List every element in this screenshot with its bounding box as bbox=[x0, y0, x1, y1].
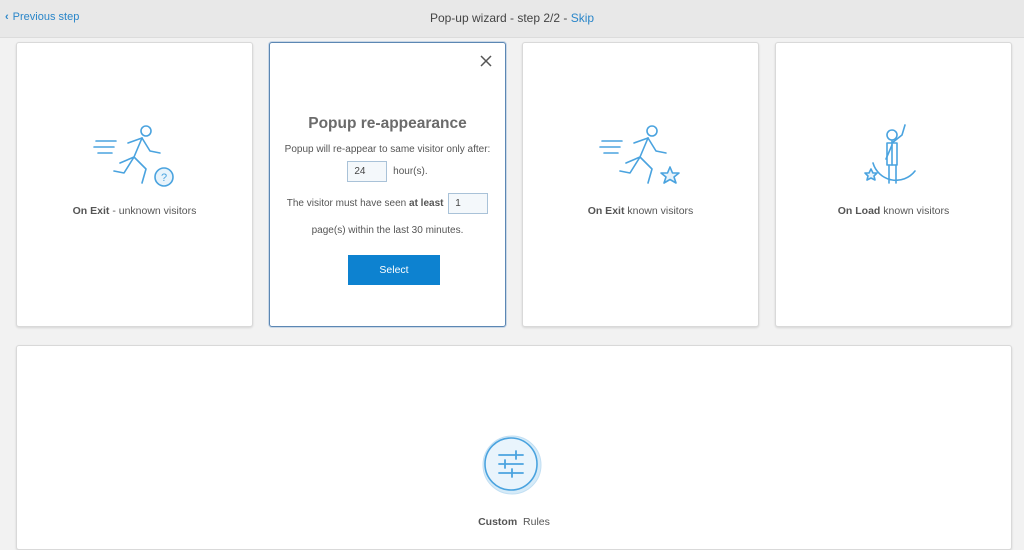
hours-unit-label: hour(s). bbox=[393, 166, 428, 178]
card-on-exit-known[interactable]: On Exit known visitors bbox=[522, 42, 759, 327]
wizard-title-text: Pop-up wizard - step 2/2 - bbox=[429, 11, 571, 25]
hours-input[interactable] bbox=[347, 161, 388, 182]
popup-description: Popup will re-appear to same visitor onl… bbox=[284, 144, 491, 155]
card-label: On Exit - unknown visitors bbox=[72, 205, 197, 217]
card-popup-reappearance: Popup re-appearance Popup will re-appear… bbox=[269, 42, 506, 327]
card-on-load-known[interactable]: On Load known visitors bbox=[775, 42, 1012, 327]
wizard-title: Pop-up wizard - step 2/2 - Skip bbox=[0, 11, 1024, 25]
hours-row: hour(s). bbox=[270, 161, 505, 182]
pages-row: The visitor must have seen at least bbox=[270, 193, 505, 214]
svg-text:?: ? bbox=[160, 172, 166, 184]
select-button[interactable]: Select bbox=[348, 255, 440, 285]
pages-suffix-label: page(s) within the last 30 minutes. bbox=[311, 225, 464, 236]
waving-person-star-icon bbox=[863, 124, 916, 184]
card-label: On Load known visitors bbox=[837, 205, 950, 217]
running-person-star-icon bbox=[598, 125, 680, 184]
card-label: Custom Rules bbox=[478, 516, 550, 528]
popup-title: Popup re-appearance bbox=[308, 115, 467, 132]
pages-prefix-label: The visitor must have seen bbox=[286, 198, 410, 210]
running-person-question-icon: ? bbox=[92, 125, 174, 187]
card-label: On Exit known visitors bbox=[587, 205, 694, 217]
pages-input[interactable] bbox=[448, 193, 489, 214]
close-icon[interactable] bbox=[479, 54, 493, 68]
sliders-icon bbox=[482, 435, 542, 495]
at-least-label: at least bbox=[409, 198, 444, 210]
wizard-header: ‹ Previous step Pop-up wizard - step 2/2… bbox=[0, 0, 1024, 38]
skip-link[interactable]: Skip bbox=[571, 11, 594, 25]
card-custom-rules[interactable]: Custom Rules bbox=[16, 345, 1012, 550]
card-on-exit-unknown[interactable]: ? On Exit - unknown visitors bbox=[16, 42, 253, 327]
